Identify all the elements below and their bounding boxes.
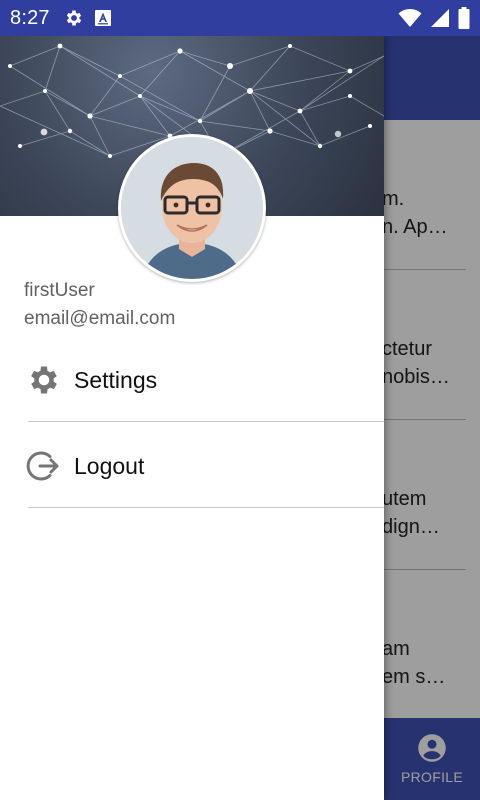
menu-divider: [28, 507, 384, 508]
settings-icon: [64, 8, 84, 28]
menu-item-logout[interactable]: Logout: [0, 423, 384, 509]
battery-icon: [458, 7, 470, 29]
wifi-icon: [398, 8, 422, 28]
menu-item-label: Logout: [74, 452, 145, 479]
signal-icon: [430, 8, 450, 28]
gear-icon: [26, 362, 62, 398]
font-a-icon: [94, 9, 112, 27]
status-time: 8:27: [10, 6, 50, 29]
menu-item-label: Settings: [74, 366, 158, 393]
navigation-drawer: firstUser email@email.com Settings Logou…: [0, 36, 384, 800]
user-email: email@email.com: [24, 308, 176, 329]
user-name: firstUser: [24, 280, 95, 301]
menu-item-settings[interactable]: Settings: [0, 337, 384, 423]
logout-icon: [26, 448, 62, 484]
menu-divider: [28, 421, 384, 422]
avatar[interactable]: [118, 134, 266, 282]
status-bar: 8:27: [0, 0, 480, 36]
